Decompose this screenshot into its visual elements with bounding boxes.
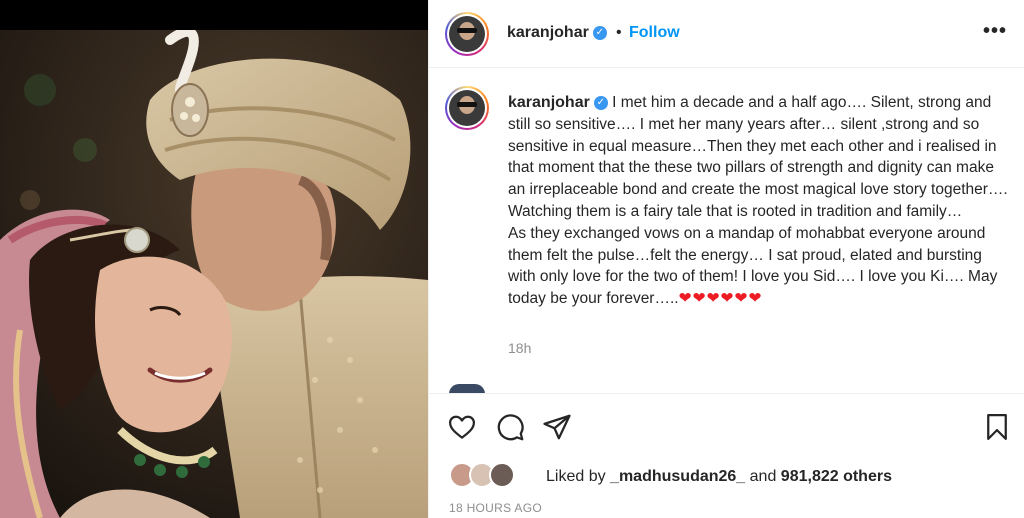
caption-author-avatar[interactable] bbox=[445, 86, 489, 130]
post-date[interactable]: 18 HOURS AGO bbox=[449, 501, 542, 515]
likes-prefix: Liked by bbox=[546, 468, 611, 485]
liker-avatar bbox=[489, 462, 515, 488]
bookmark-icon[interactable] bbox=[982, 412, 1012, 442]
separator-dot: • bbox=[616, 24, 622, 41]
caption-text: I met him a decade and a half ago…. Sile… bbox=[508, 94, 1008, 308]
post-photo[interactable] bbox=[0, 0, 428, 518]
heart-icon[interactable] bbox=[447, 412, 477, 442]
comment-icon[interactable] bbox=[495, 412, 525, 442]
liker-username[interactable]: _madhusudan26_ bbox=[610, 468, 745, 485]
follow-button[interactable]: Follow bbox=[629, 24, 680, 42]
heart-emojis: ❤❤❤❤❤❤ bbox=[678, 290, 763, 308]
wedding-photo-illustration bbox=[0, 30, 428, 518]
likes-and: and bbox=[745, 468, 781, 485]
photo-top-band bbox=[0, 0, 428, 30]
likes-count[interactable]: 981,822 others bbox=[781, 468, 892, 485]
author-avatar[interactable] bbox=[445, 12, 489, 56]
author-name-row: karanjohar ✓ bbox=[507, 24, 607, 42]
more-dots-icon[interactable]: ••• bbox=[983, 20, 1007, 43]
likes-summary: Liked by _madhusudan26_ and 981,822 othe… bbox=[546, 468, 892, 486]
caption-timestamp[interactable]: 18h bbox=[508, 340, 531, 356]
author-username[interactable]: karanjohar bbox=[507, 24, 589, 41]
verified-badge-icon: ✓ bbox=[593, 95, 608, 110]
post-caption: karanjohar ✓ I met him a decade and a hal… bbox=[508, 92, 1008, 310]
post-detail-panel: karanjohar ✓ • Follow ••• karanjohar ✓ I m… bbox=[428, 0, 1024, 518]
profile-picture bbox=[449, 16, 485, 52]
post-actions-section: Liked by _madhusudan26_ and 981,822 othe… bbox=[429, 393, 1024, 518]
caption-username[interactable]: karanjohar bbox=[508, 94, 590, 111]
paper-plane-icon[interactable] bbox=[542, 412, 572, 442]
verified-badge-icon: ✓ bbox=[592, 25, 607, 40]
profile-picture bbox=[449, 90, 485, 126]
post-header: karanjohar ✓ • Follow ••• bbox=[429, 0, 1024, 68]
